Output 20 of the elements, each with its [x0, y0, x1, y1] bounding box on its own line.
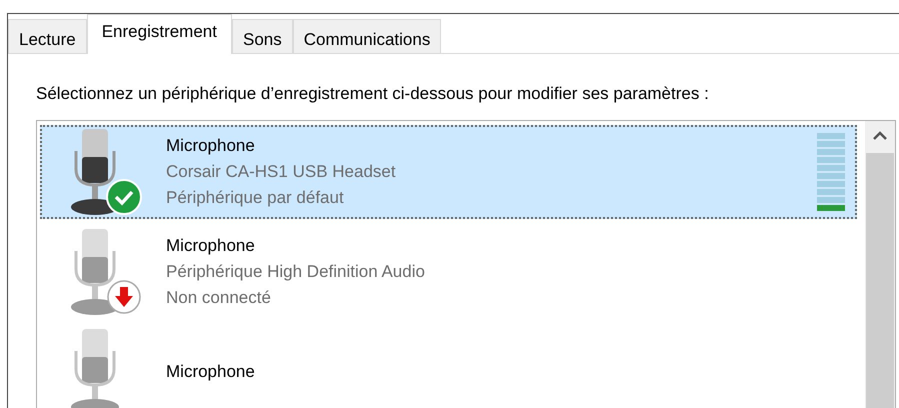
scroll-up-icon[interactable]: [873, 131, 887, 141]
device-row[interactable]: Microphone Périphérique High Definition Audio Non connecté: [40, 225, 857, 319]
device-name: Microphone: [166, 235, 256, 257]
device-status: Non connecté: [166, 287, 272, 309]
tab[interactable]: Sons: [232, 19, 293, 53]
device-row[interactable]: Microphone: [40, 325, 857, 408]
device-description: Périphérique High Definition Audio: [166, 261, 426, 283]
device-description: Corsair CA-HS1 USB Headset: [166, 161, 397, 183]
scroll-thumb[interactable]: [866, 153, 894, 408]
check-badge-icon: [106, 179, 142, 215]
tab[interactable]: Enregistrement: [86, 14, 232, 54]
tab[interactable]: Lecture: [8, 19, 87, 53]
device-status: Périphérique par défaut: [166, 187, 345, 209]
scrollbar[interactable]: [865, 121, 895, 408]
instruction-text: Sélectionnez un périphérique d’enregistrement ci-dessous pour modifier ses paramètres :: [36, 83, 710, 105]
device-name: Microphone: [166, 361, 256, 383]
device-name: Microphone: [166, 135, 256, 157]
device-row[interactable]: Microphone Corsair CA-HS1 USB Headset Périphérique par défaut: [40, 125, 857, 219]
tab[interactable]: Communications: [292, 19, 442, 53]
down-arrow-badge-icon: [106, 279, 142, 315]
